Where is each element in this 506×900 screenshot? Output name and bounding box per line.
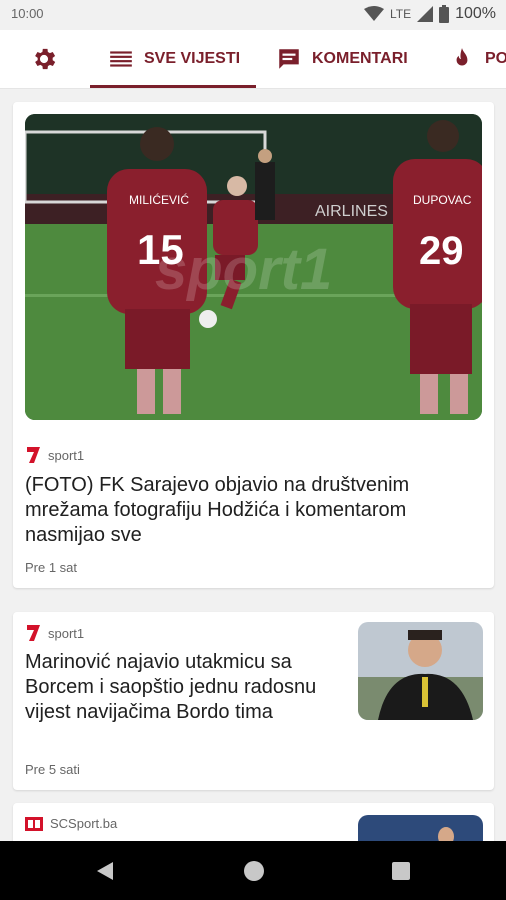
top-tab-bar: SVE VIJESTI KOMENTARI PO [0,30,506,89]
source-name: sport1 [48,447,85,463]
article-source: sport1 [25,624,84,642]
banner-text: AIRLINES [315,203,388,220]
article-title[interactable]: (FOTO) FK Sarajevo objavio na društvenim… [25,473,470,548]
battery-level: 100% [455,5,496,22]
article-time: Pre 1 sat [25,560,78,575]
tab-label: SVE VIJESTI [144,50,241,67]
home-icon[interactable] [242,859,266,883]
svg-text:29: 29 [419,229,464,273]
sport1-logo-icon [27,447,40,463]
status-bar: 10:00 LTE 100% [0,0,506,30]
recents-icon[interactable] [391,861,411,881]
comment-icon [279,49,299,69]
tab-komentari[interactable]: KOMENTARI [276,30,408,88]
news-feed[interactable]: AIRLINES MILIĆEVIĆ 15 DUPOVAC 29 sport1 … [0,89,506,841]
article-source: SCSport.ba [25,816,117,831]
svg-text:DUPOVAC: DUPOVAC [413,193,472,207]
tab-label: PO [485,50,506,67]
tab-label: KOMENTARI [312,50,408,67]
source-name: sport1 [48,625,85,641]
source-name: SCSport.ba [50,816,118,831]
status-time: 10:00 [11,6,44,21]
battery-icon [439,5,450,23]
tab-popularno[interactable]: PO [449,30,506,88]
svg-text:MILIĆEVIĆ: MILIĆEVIĆ [129,192,189,207]
tab-sve-vijesti[interactable]: SVE VIJESTI [89,30,257,88]
status-icons: LTE 100% [363,5,496,23]
network-type: LTE [389,7,412,21]
article-image: AIRLINES MILIĆEVIĆ 15 DUPOVAC 29 sport1 [25,114,482,420]
list-icon [110,51,132,67]
signal-icon [417,6,434,22]
article-thumbnail [358,815,483,841]
article-title[interactable]: Marinović najavio utakmicu sa Borcem i s… [25,650,343,725]
gear-icon[interactable] [30,45,58,73]
article-card[interactable]: sport1 Marinović najavio utakmicu sa Bor… [13,612,494,790]
article-time: Pre 5 sati [25,762,80,777]
flame-icon [456,48,468,66]
sport1-logo-icon [27,625,40,641]
article-card[interactable]: SCSport.ba [13,803,494,841]
article-thumbnail [358,622,483,720]
wifi-icon [363,6,384,21]
back-icon[interactable] [95,861,115,881]
article-card[interactable]: AIRLINES MILIĆEVIĆ 15 DUPOVAC 29 sport1 … [13,102,494,588]
article-source: sport1 [25,446,84,464]
system-nav-bar [0,841,506,900]
scsport-logo-icon [25,816,43,831]
watermark: sport1 [155,237,332,302]
